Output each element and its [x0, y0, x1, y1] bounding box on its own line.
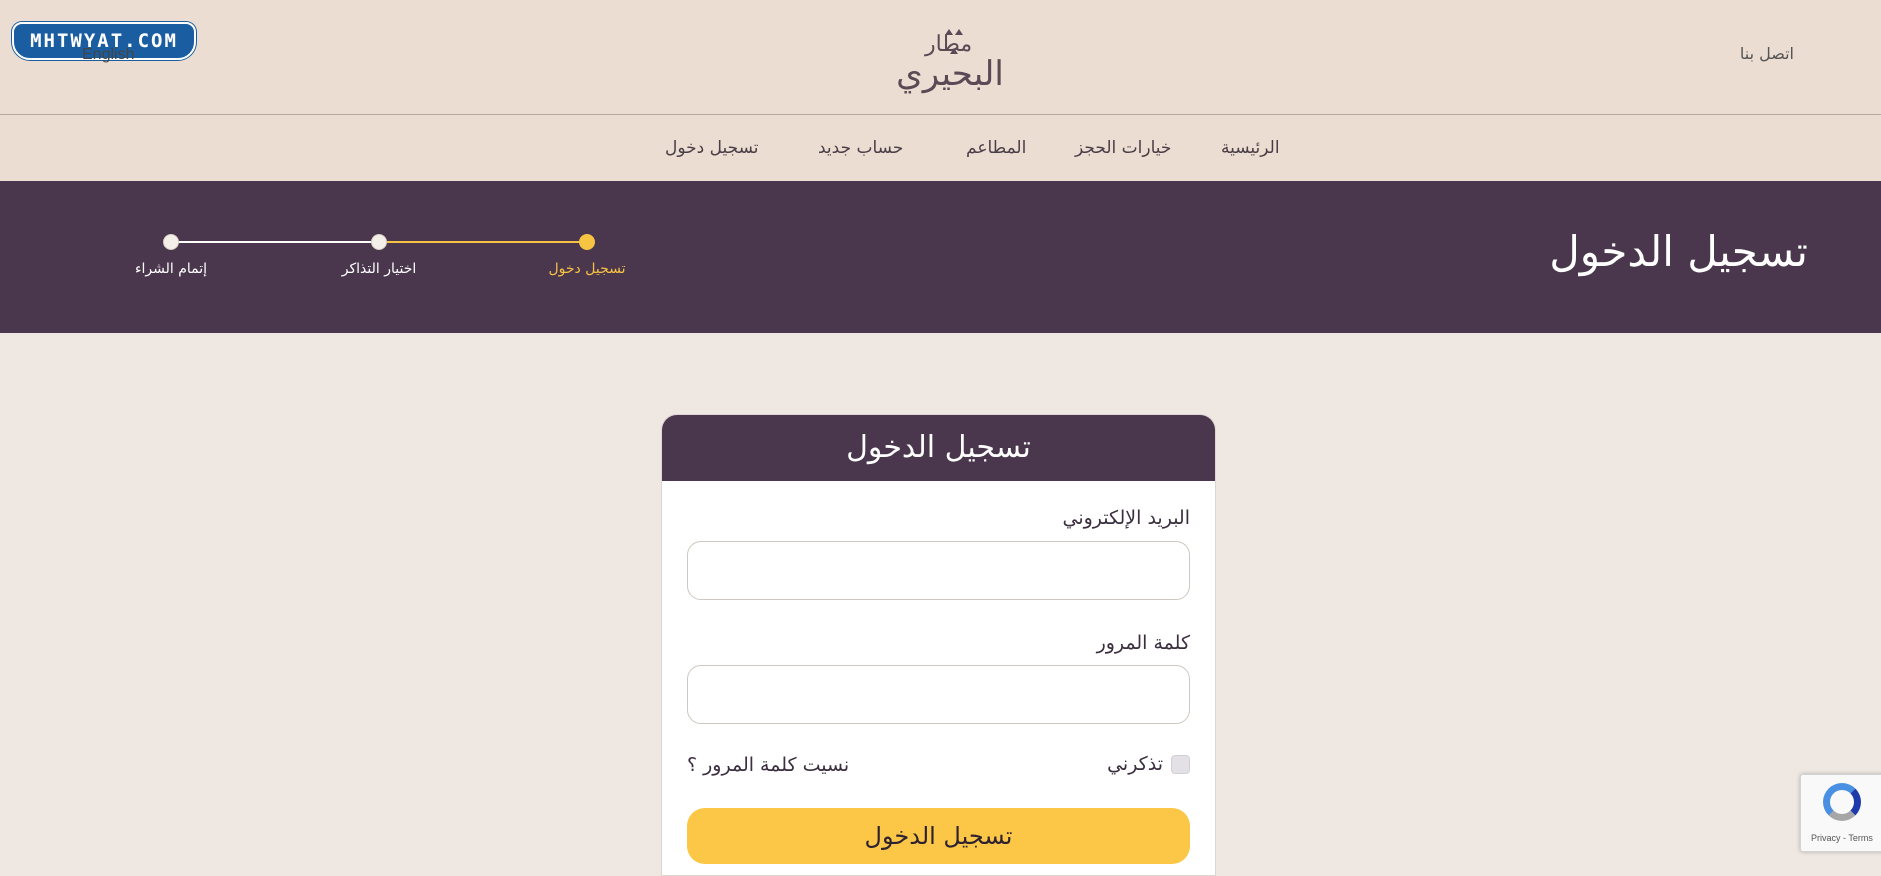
main-nav: الرئيسية خيارات الحجز المطاعم حساب جديد …: [0, 115, 1881, 181]
remember-me-label: تذكرني: [1107, 753, 1163, 775]
logo-dots: [940, 20, 968, 54]
step-dot-tickets: [371, 234, 387, 250]
step-label-checkout: إتمام الشراء: [134, 261, 208, 277]
login-submit-button[interactable]: تسجيل الدخول: [687, 808, 1190, 864]
step-dot-checkout: [163, 234, 179, 250]
progress-line-complete: [379, 241, 587, 243]
step-dot-login: [579, 234, 595, 250]
recaptcha-icon: [1823, 783, 1861, 821]
logo-text-big: البحيري: [896, 54, 1004, 94]
forgot-password-link[interactable]: نسيت كلمة المرور ؟: [687, 754, 849, 776]
page-banner: تسجيل دخول اختيار التذاكر إتمام الشراء ت…: [0, 181, 1881, 333]
page-title: تسجيل الدخول: [1549, 227, 1808, 276]
password-field[interactable]: [687, 665, 1190, 724]
language-switch-link[interactable]: English: [82, 46, 134, 64]
password-label: كلمة المرور: [1096, 632, 1190, 654]
nav-item-home[interactable]: الرئيسية: [1221, 138, 1280, 158]
recaptcha-badge[interactable]: Privacy - Terms: [1800, 774, 1881, 852]
nav-item-booking-options[interactable]: خيارات الحجز: [1075, 138, 1171, 158]
nav-item-new-account[interactable]: حساب جديد: [818, 138, 903, 158]
nav-item-restaurants[interactable]: المطاعم: [966, 138, 1026, 158]
step-label-login: تسجيل دخول: [548, 261, 626, 277]
email-field[interactable]: [687, 541, 1190, 600]
step-label-tickets: اختيار التذاكر: [341, 261, 417, 277]
remember-me[interactable]: تذكرني: [1107, 753, 1190, 775]
login-card-title: تسجيل الدخول: [662, 415, 1215, 481]
recaptcha-terms[interactable]: Privacy - Terms: [1811, 833, 1873, 843]
nav-item-login[interactable]: تسجيل دخول: [665, 138, 759, 158]
email-label: البريد الإلكتروني: [1062, 507, 1191, 529]
site-logo[interactable]: مطار البحيري: [880, 20, 1020, 94]
login-card: تسجيل الدخول البريد الإلكتروني كلمة المر…: [661, 414, 1216, 876]
progress-line-pending: [171, 241, 379, 243]
top-header: MHTWYAT.COM English مطار البحيري اتصل بن…: [0, 0, 1881, 115]
contact-us-link[interactable]: اتصل بنا: [1740, 44, 1794, 63]
remember-me-checkbox[interactable]: [1171, 754, 1190, 774]
